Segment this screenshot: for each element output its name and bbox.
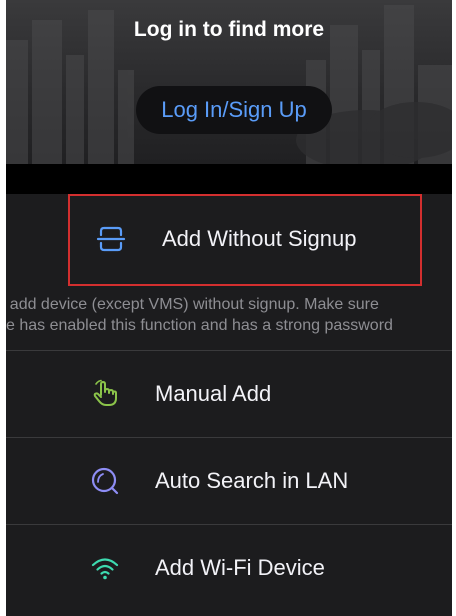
auto-search-lan-item[interactable]: Auto Search in LAN xyxy=(6,438,452,524)
manual-add-label: Manual Add xyxy=(155,381,272,406)
scan-frame-icon xyxy=(96,224,126,254)
hint-text-line-2: ce has enabled this function and has a s… xyxy=(0,317,393,334)
login-signup-button[interactable]: Log In/Sign Up xyxy=(136,86,332,134)
hint-text-line-1: to add device (except VMS) without signu… xyxy=(0,296,379,313)
add-wifi-device-item[interactable]: Add Wi-Fi Device xyxy=(6,525,452,611)
search-icon xyxy=(90,466,120,496)
add-without-signup-hint: to add device (except VMS) without signu… xyxy=(0,290,456,350)
section-separator xyxy=(6,164,452,194)
login-prompt-title: Log in to find more xyxy=(133,18,325,41)
screen-border-left xyxy=(0,0,6,616)
add-without-signup-label: Add Without Signup xyxy=(162,226,357,251)
app-screen: Log in to find more Log In/Sign Up Add W… xyxy=(0,0,456,616)
add-wifi-device-label: Add Wi-Fi Device xyxy=(155,555,325,580)
add-without-signup-item[interactable]: Add Without Signup xyxy=(6,194,452,286)
auto-search-lan-label: Auto Search in LAN xyxy=(155,468,349,493)
login-header: Log in to find more Log In/Sign Up xyxy=(6,0,452,164)
screen-border-right xyxy=(452,0,456,616)
wifi-icon xyxy=(90,553,120,583)
bottom-strip xyxy=(6,611,452,616)
manual-add-item[interactable]: Manual Add xyxy=(6,351,452,437)
hand-pointer-icon xyxy=(90,378,120,408)
